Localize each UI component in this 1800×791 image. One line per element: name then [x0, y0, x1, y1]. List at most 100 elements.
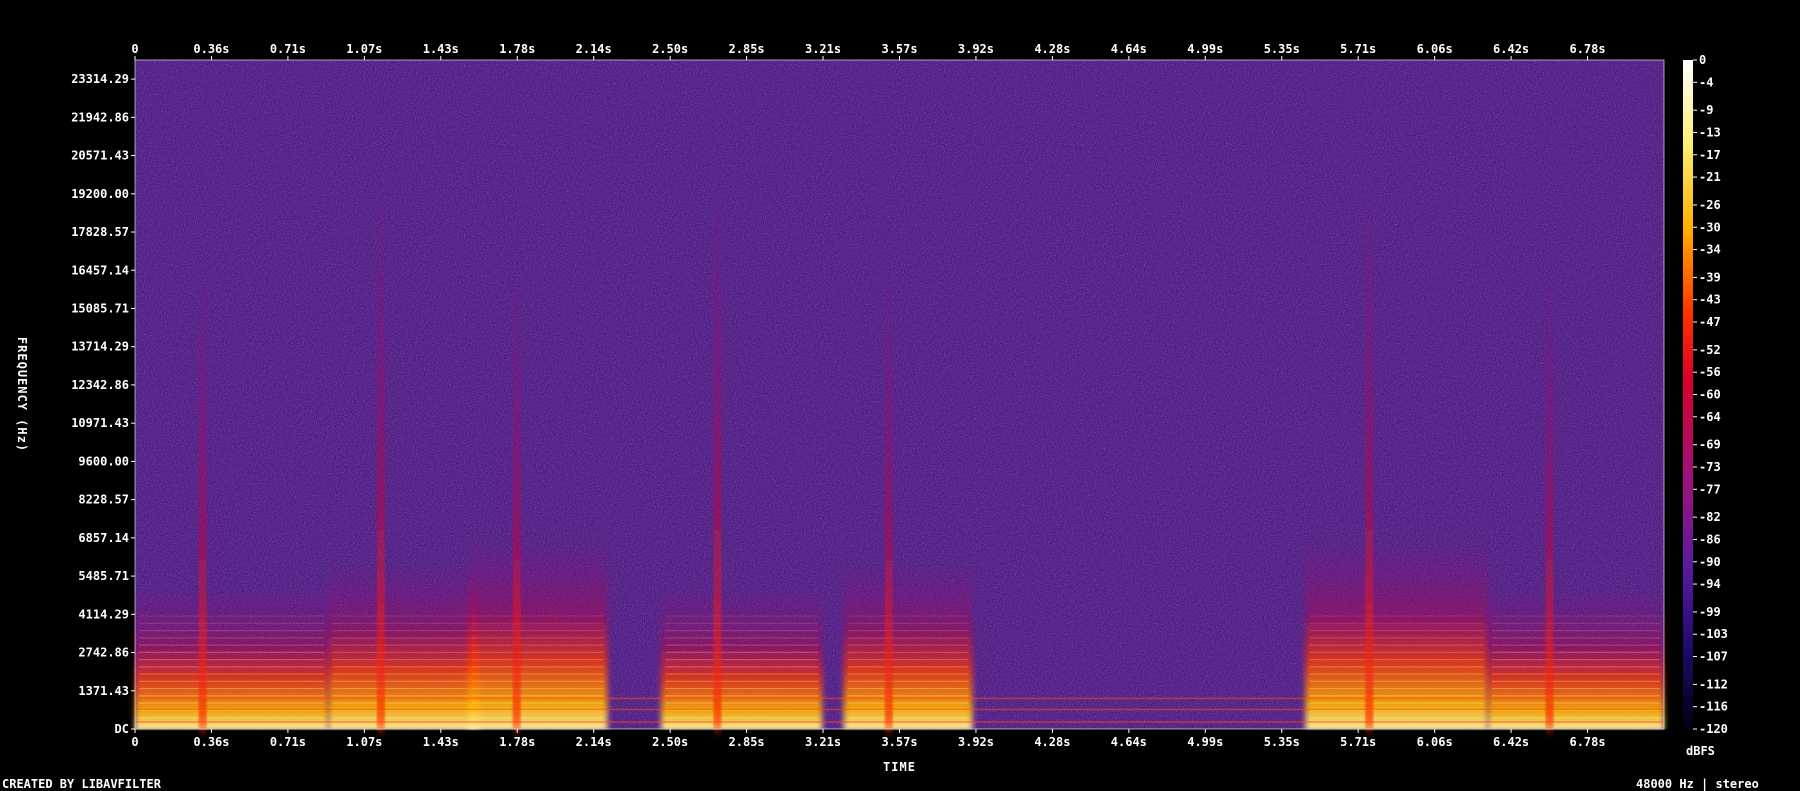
x-tick-label-bottom: 0.71s — [270, 735, 306, 749]
x-tick-label-bottom: 0 — [131, 735, 138, 749]
y-tick-label: 8228.57 — [78, 493, 129, 507]
colorbar-tick-label: -4 — [1699, 75, 1713, 89]
x-tick-label-bottom: 6.42s — [1493, 735, 1529, 749]
x-tick-label-top: 1.43s — [423, 42, 459, 56]
x-tick-label-bottom: 2.85s — [729, 735, 765, 749]
y-tick-label: 4114.29 — [78, 607, 129, 621]
transient-streak — [198, 255, 207, 729]
x-tick-label-bottom: 3.21s — [805, 735, 841, 749]
transient-streak — [1545, 255, 1554, 729]
x-tick-label-bottom: 0.36s — [193, 735, 229, 749]
colorbar-tick-label: -90 — [1699, 555, 1721, 569]
x-tick-label-top: 6.78s — [1569, 42, 1605, 56]
transient-streak — [512, 255, 521, 729]
y-tick-label: 13714.29 — [71, 340, 129, 354]
transient-streak — [376, 171, 385, 729]
x-tick-label-bottom: 1.07s — [346, 735, 382, 749]
colorbar-tick-label: -56 — [1699, 365, 1721, 379]
colorbar-tick-label: -120 — [1699, 722, 1728, 736]
colorbar-tick-label: -86 — [1699, 532, 1721, 546]
y-axis: DC 1371.43 2742.86 4114.29 5485.71 6857.14 822… — [71, 72, 135, 736]
x-tick-label-bottom: 4.99s — [1187, 735, 1223, 749]
colorbar-tick-label: -69 — [1699, 438, 1721, 452]
colorbar-tick-label: -21 — [1699, 170, 1721, 184]
x-axis-bottom: 0 0.36s 0.71s 1.07s 1.43s 1.78s 2.14s 2.50s 2.85… — [131, 729, 1606, 749]
x-tick-label-bottom: 1.78s — [499, 735, 535, 749]
colorbar-tick-label: -47 — [1699, 315, 1721, 329]
spectrogram-chart: 0 0.36s 0.71s 1.07s 1.43s 1.78s 2.14s 2.50s 2.85… — [2, 42, 1759, 791]
y-tick-label: 10971.43 — [71, 416, 129, 430]
y-tick-label: 19200.00 — [71, 187, 129, 201]
y-axis-label: FREQUENCY (Hz) — [15, 337, 29, 452]
speech-band — [661, 584, 823, 729]
x-tick-label-top: 6.06s — [1417, 42, 1453, 56]
colorbar-tick-label: -77 — [1699, 482, 1721, 496]
colorbar-tick-label: -30 — [1699, 220, 1721, 234]
x-tick-label-top: 4.28s — [1034, 42, 1070, 56]
x-tick-label-top: 1.78s — [499, 42, 535, 56]
x-tick-label-top: 5.71s — [1340, 42, 1376, 56]
x-tick-label-top: 3.92s — [958, 42, 994, 56]
x-tick-label-top: 1.07s — [346, 42, 382, 56]
x-tick-label-bottom: 6.78s — [1569, 735, 1605, 749]
colorbar-tick-label: -43 — [1699, 293, 1721, 307]
y-tick-label: 6857.14 — [78, 531, 129, 545]
x-tick-label-bottom: 1.43s — [423, 735, 459, 749]
colorbar-tick-label: -112 — [1699, 677, 1728, 691]
y-tick-label: 21942.86 — [71, 110, 129, 124]
colorbar-tick-label: -34 — [1699, 243, 1721, 257]
speech-band — [467, 533, 608, 729]
x-tick-label-bottom: 5.71s — [1340, 735, 1376, 749]
x-axis-label: TIME — [883, 760, 916, 774]
x-tick-label-bottom: 5.35s — [1264, 735, 1300, 749]
colorbar-tick-label: -82 — [1699, 510, 1721, 524]
transient-streak — [884, 255, 893, 729]
y-tick-label: 20571.43 — [71, 149, 129, 163]
colorbar — [1683, 60, 1693, 729]
colorbar-tick-label: -94 — [1699, 577, 1721, 591]
x-tick-label-top: 3.57s — [881, 42, 917, 56]
speech-band — [1305, 533, 1488, 729]
x-tick-label-top: 4.99s — [1187, 42, 1223, 56]
y-tick-label: 16457.14 — [71, 263, 129, 277]
transient-streak — [713, 171, 722, 729]
x-tick-label-bottom: 4.64s — [1111, 735, 1147, 749]
colorbar-tick-label: -9 — [1699, 103, 1713, 117]
colorbar-tick-label: -107 — [1699, 650, 1728, 664]
x-tick-label-top: 5.35s — [1264, 42, 1300, 56]
x-tick-label-bottom: 3.92s — [958, 735, 994, 749]
colorbar-tick-label: -17 — [1699, 148, 1721, 162]
colorbar-tick-label: -64 — [1699, 410, 1721, 424]
x-tick-label-top: 3.21s — [805, 42, 841, 56]
colorbar-axis: 0 -4 -9 -13 -17 -21 -26 -30 -34 -39 -43 -47 -52 -56 -6… — [1693, 53, 1728, 736]
x-tick-label-top: 0 — [131, 42, 138, 56]
x-tick-label-bottom: 4.28s — [1034, 735, 1070, 749]
x-axis-top: 0 0.36s 0.71s 1.07s 1.43s 1.78s 2.14s 2.50s 2.85… — [131, 42, 1606, 60]
transient-streak — [1365, 171, 1374, 729]
speech-band — [135, 584, 329, 729]
x-tick-label-top: 4.64s — [1111, 42, 1147, 56]
colorbar-tick-label: -52 — [1699, 343, 1721, 357]
colorbar-tick-label: -60 — [1699, 388, 1721, 402]
y-tick-label: 23314.29 — [71, 72, 129, 86]
colorbar-tick-label: -73 — [1699, 460, 1721, 474]
y-tick-label: 12342.86 — [71, 378, 129, 392]
y-tick-label: 5485.71 — [78, 569, 129, 583]
x-tick-label-top: 0.71s — [270, 42, 306, 56]
y-tick-label: 15085.71 — [71, 301, 129, 315]
speech-band — [1487, 584, 1664, 729]
x-tick-label-bottom: 2.50s — [652, 735, 688, 749]
y-tick-label: 9600.00 — [78, 454, 129, 468]
y-tick-label: 17828.57 — [71, 225, 129, 239]
colorbar-tick-label: -103 — [1699, 627, 1728, 641]
y-tick-label: 2742.86 — [78, 646, 129, 660]
colorbar-label: dBFS — [1686, 744, 1715, 758]
x-tick-label-top: 2.85s — [729, 42, 765, 56]
plot-area — [134, 59, 1665, 730]
colorbar-tick-label: -99 — [1699, 605, 1721, 619]
colorbar-tick-label: -116 — [1699, 700, 1728, 714]
x-tick-label-bottom: 3.57s — [881, 735, 917, 749]
colorbar-tick-label: -39 — [1699, 270, 1721, 284]
y-tick-label: 1371.43 — [78, 684, 129, 698]
footer-credit: CREATED BY LIBAVFILTER — [2, 777, 162, 791]
